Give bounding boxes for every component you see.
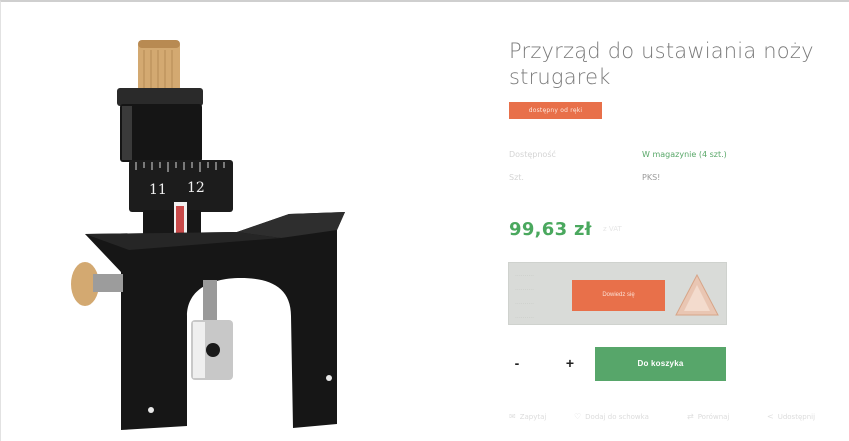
- unit-row: Szt. PKS!: [509, 172, 809, 184]
- compare-icon: ⇄: [687, 412, 694, 421]
- promo-faint-line: ..........: [515, 299, 535, 306]
- promo-triangle-icon: [675, 273, 719, 316]
- availability-value: W magazynie (4 szt.): [642, 150, 727, 159]
- unit-value: PKS!: [642, 173, 661, 182]
- share-label: Udostępnij: [777, 413, 816, 421]
- compare-link[interactable]: ⇄ Porównaj: [687, 410, 729, 424]
- unit-label: Szt.: [509, 173, 524, 182]
- price-note: z VAT: [603, 225, 622, 233]
- promo-faint-line: ..........: [515, 271, 535, 278]
- quantity-input[interactable]: [528, 354, 558, 372]
- availability-row: Dostępność W magazynie (4 szt.): [509, 149, 809, 161]
- add-to-wishlist-link[interactable]: ♡ Dodaj do schowka: [574, 410, 649, 424]
- compare-label: Porównaj: [697, 413, 730, 421]
- product-title: Przyrząd do ustawiania noży strugarek: [509, 39, 814, 89]
- heart-icon: ♡: [574, 412, 582, 421]
- product-image[interactable]: 11 12: [41, 16, 441, 436]
- svg-text:12: 12: [187, 180, 205, 196]
- ask-question-link[interactable]: ✉ Zapytaj: [509, 410, 546, 424]
- ask-question-label: Zapytaj: [519, 413, 547, 421]
- product-page: 11 12 Przyrząd do ustawiania noży struga…: [0, 0, 849, 441]
- quantity-decrease-button[interactable]: -: [509, 354, 525, 372]
- promo-faint-line: ..........: [515, 313, 535, 320]
- quantity-increase-button[interactable]: +: [562, 354, 578, 372]
- promo-banner: .......... .......... .......... .......…: [508, 262, 727, 325]
- availability-badge: dostępny od ręki: [509, 102, 602, 119]
- svg-text:11: 11: [149, 182, 167, 198]
- planer-knife-jig-image: 11 12: [71, 40, 345, 430]
- product-price: 99,63 zł: [509, 219, 592, 240]
- promo-faint-line: ..........: [515, 285, 535, 292]
- mail-icon: ✉: [509, 412, 516, 421]
- share-icon: <: [767, 412, 774, 421]
- add-to-wishlist-label: Dodaj do schowka: [585, 413, 649, 421]
- availability-label: Dostępność: [509, 150, 556, 159]
- promo-button[interactable]: Dowiedz się: [572, 280, 665, 311]
- add-to-cart-button[interactable]: Do koszyka: [595, 347, 726, 381]
- share-link[interactable]: < Udostępnij: [767, 410, 815, 424]
